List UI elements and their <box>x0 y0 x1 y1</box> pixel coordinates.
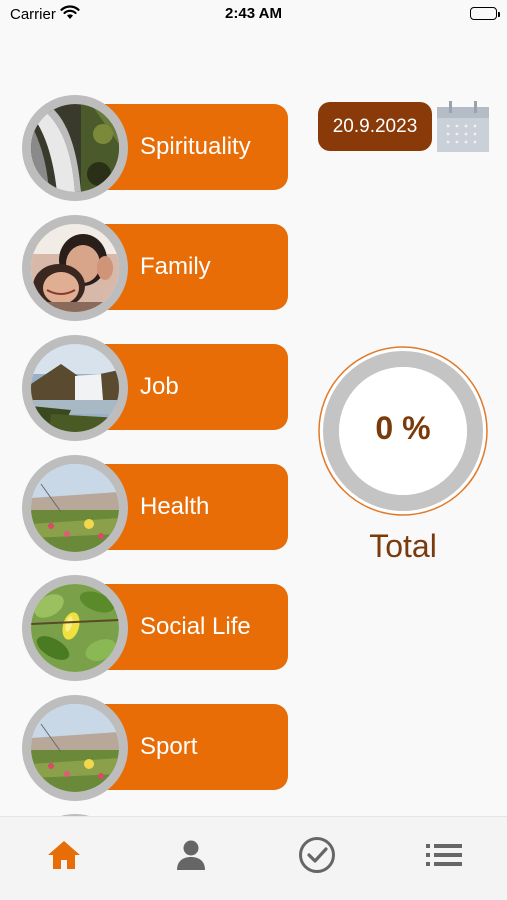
tab-profile[interactable] <box>171 837 211 877</box>
home-icon <box>46 839 82 876</box>
tab-bar <box>0 816 507 900</box>
tab-home[interactable] <box>44 837 84 877</box>
person-icon <box>175 839 207 876</box>
lemon-tree-photo <box>31 584 119 672</box>
calendar-icon[interactable] <box>436 100 490 153</box>
battery-icon <box>470 7 500 20</box>
date-badge[interactable]: 20.9.2023 <box>318 102 432 151</box>
category-health[interactable]: Health <box>22 455 288 561</box>
progress-value: 0 % <box>375 410 431 446</box>
category-label: Job <box>140 373 179 400</box>
category-social-life[interactable]: Social Life <box>22 575 288 681</box>
list-icon <box>426 843 462 872</box>
category-label: Social Life <box>140 613 251 640</box>
category-image-ring[interactable] <box>22 335 128 441</box>
category-image-ring[interactable] <box>22 215 128 321</box>
category-spirituality[interactable]: Spirituality <box>22 95 288 201</box>
category-label: Spirituality <box>140 133 251 160</box>
tab-list[interactable] <box>424 837 464 877</box>
category-job[interactable]: Job <box>22 335 288 441</box>
category-image-ring[interactable] <box>22 575 128 681</box>
check-circle-icon <box>298 836 336 879</box>
family-selfie-photo <box>31 224 119 312</box>
category-family[interactable]: Family <box>22 215 288 321</box>
waterfall-photo <box>31 104 119 192</box>
category-image-ring[interactable] <box>22 455 128 561</box>
category-image-ring[interactable] <box>22 95 128 201</box>
category-label: Health <box>140 493 210 520</box>
tab-check[interactable] <box>297 836 337 879</box>
category-label: Family <box>140 253 211 280</box>
meadow-flowers-photo <box>31 464 119 552</box>
status-bar: Carrier 2:43 AM <box>0 0 507 30</box>
meadow-flowers-photo <box>31 704 119 792</box>
status-time: 2:43 AM <box>225 5 282 22</box>
category-label: Sport <box>140 733 198 760</box>
progress-label: Total <box>369 528 437 564</box>
waterfall-landscape-photo <box>31 344 119 432</box>
category-sport[interactable]: Sport <box>22 695 288 801</box>
category-image-ring[interactable] <box>22 695 128 801</box>
